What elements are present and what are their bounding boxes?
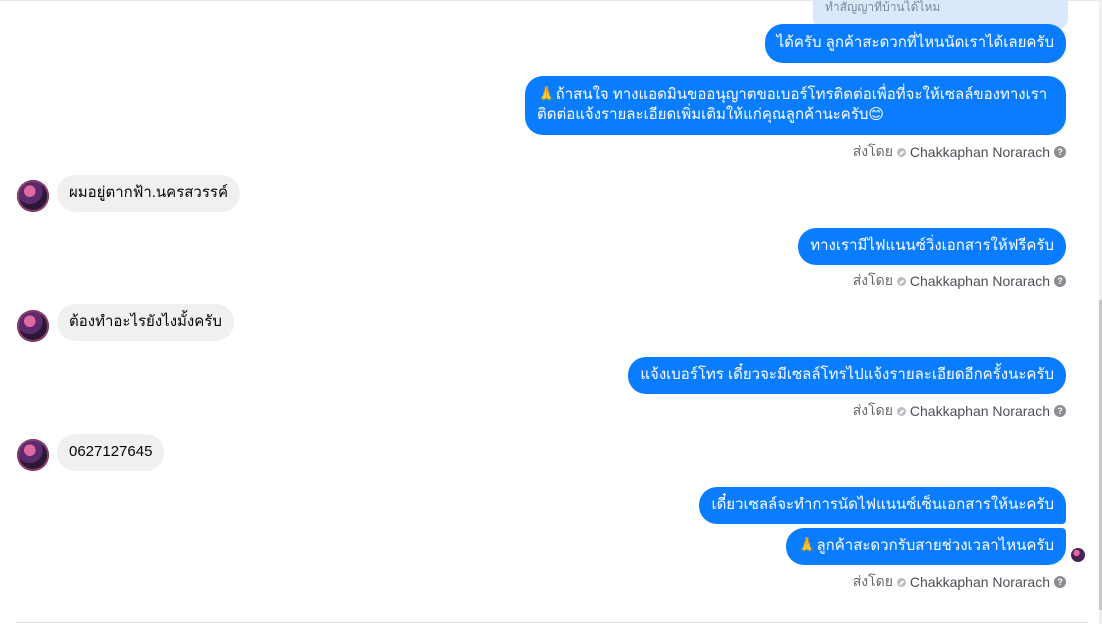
sent-by-label: ส่งโดย Chakkaphan Norarach ? xyxy=(853,400,1066,422)
outgoing-message[interactable]: แจ้งเบอร์โทร เดี๋ยวจะมีเซลล์โทรไปแจ้งราย… xyxy=(628,357,1066,394)
incoming-message[interactable]: 0627127645 xyxy=(57,434,165,471)
verified-check-icon xyxy=(896,147,906,157)
outgoing-message[interactable]: ทางเรามีไฟแนนซ์วิ่งเอกสารให้ฟรีครับ xyxy=(798,228,1066,265)
help-icon[interactable]: ? xyxy=(1054,405,1066,417)
contact-avatar[interactable] xyxy=(17,180,49,212)
sender-name: Chakkaphan Norarach xyxy=(909,403,1050,419)
help-icon[interactable]: ? xyxy=(1054,146,1066,158)
sent-by-prefix: ส่งโดย xyxy=(852,573,893,589)
outgoing-message[interactable]: ได้ครับ ลูกค้าสะดวกที่ไหนนัดเราได้เลยครั… xyxy=(764,24,1066,63)
outgoing-message[interactable]: เดี๋ยวเซลล์จะทำการนัดไฟแนนซ์เซ็นเอกสารให… xyxy=(699,487,1066,524)
help-icon[interactable]: ? xyxy=(1054,576,1066,588)
incoming-message[interactable]: ต้องทำอะไรยังไงมั้งครับ xyxy=(57,304,234,341)
sender-name: Chakkaphan Norarach xyxy=(909,144,1050,160)
verified-check-icon xyxy=(896,406,906,416)
sent-by-label: ส่งโดย Chakkaphan Norarach ? xyxy=(853,571,1066,593)
verified-check-icon xyxy=(896,577,906,587)
message-text-line-2: ติดต่อแจ้งรายละเอียดเพิ่มเติมให้แก่คุณลู… xyxy=(537,106,885,123)
sent-by-prefix: ส่งโดย xyxy=(852,402,893,418)
message-text-line-1: 🙏ถ้าสนใจ ทางแอดมินขออนุญาตขอเบอร์โทรติดต… xyxy=(537,86,1048,103)
incoming-message[interactable]: ผมอยู่ตากฟ้า.นครสวรรค์ xyxy=(57,175,241,212)
seen-avatar-icon xyxy=(1071,548,1085,562)
message-text: เดี๋ยวเซลล์จะทำการนัดไฟแนนซ์เซ็นเอกสารให… xyxy=(711,496,1054,513)
sent-by-prefix: ส่งโดย xyxy=(852,272,893,288)
message-text: แจ้งเบอร์โทร เดี๋ยวจะมีเซลล์โทรไปแจ้งราย… xyxy=(640,366,1054,383)
sender-name: Chakkaphan Norarach xyxy=(909,574,1050,590)
message-text: ผมอยู่ตากฟ้า.นครสวรรค์ xyxy=(69,184,229,201)
outgoing-message[interactable]: 🙏ถ้าสนใจ ทางแอดมินขออนุญาตขอเบอร์โทรติดต… xyxy=(525,76,1066,135)
sent-by-label: ส่งโดย Chakkaphan Norarach ? xyxy=(853,141,1066,163)
verified-check-icon xyxy=(896,276,906,286)
message-text: ต้องทำอะไรยังไงมั้งครับ xyxy=(69,313,222,330)
message-text: ทางเรามีไฟแนนซ์วิ่งเอกสารให้ฟรีครับ xyxy=(810,237,1054,254)
outgoing-message[interactable]: 🙏ลูกค้าสะดวกรับสายช่วงเวลาไหนครับ xyxy=(785,528,1066,565)
sent-by-label: ส่งโดย Chakkaphan Norarach ? xyxy=(853,270,1066,292)
composer-divider xyxy=(16,622,1088,623)
message-text: 🙏ลูกค้าสะดวกรับสายช่วงเวลาไหนครับ xyxy=(797,537,1054,554)
help-icon[interactable]: ? xyxy=(1054,275,1066,287)
sent-by-prefix: ส่งโดย xyxy=(852,143,893,159)
contact-avatar[interactable] xyxy=(17,439,49,471)
message-text: ได้ครับ ลูกค้าสะดวกที่ไหนนัดเราได้เลยครั… xyxy=(776,34,1054,51)
quoted-reply-text: ทำสัญญาที่บ้านได้ไหม xyxy=(825,0,941,14)
sender-name: Chakkaphan Norarach xyxy=(909,273,1050,289)
contact-avatar[interactable] xyxy=(17,310,49,342)
chat-thread: ทำสัญญาที่บ้านได้ไหม ได้ครับ ลูกค้าสะดวก… xyxy=(0,0,1100,624)
message-text: 0627127645 xyxy=(69,443,153,460)
